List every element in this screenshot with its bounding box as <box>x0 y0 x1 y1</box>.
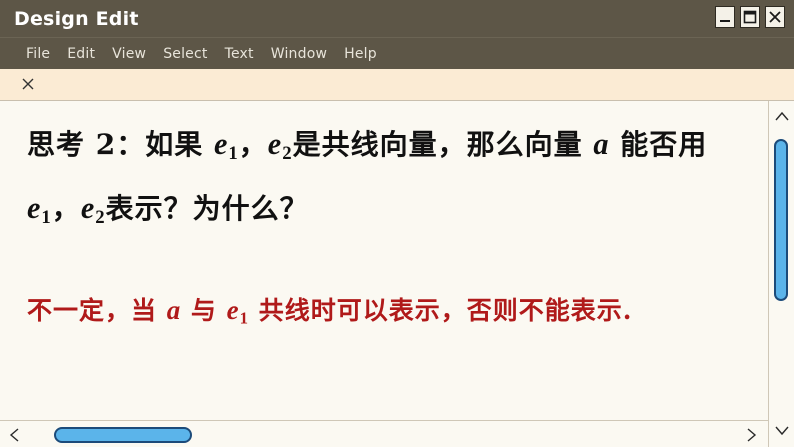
chevron-right-icon <box>747 428 757 442</box>
vertical-scrollbar[interactable] <box>768 101 794 447</box>
close-button[interactable] <box>765 6 785 28</box>
question-line-2: e1，e2表示？为什么？ <box>27 187 309 229</box>
menu-text[interactable]: Text <box>225 46 254 62</box>
answer-line: 不一定，当 a 与 e1 共线时可以表示，否则不能表示. <box>27 291 632 329</box>
maximize-icon <box>743 10 757 24</box>
question-label: 思考 2： <box>27 128 146 161</box>
question-text: 表示？为什么？ <box>105 192 309 225</box>
vector-e1: e1 <box>226 295 249 328</box>
scroll-right-button[interactable] <box>742 425 762 445</box>
minimize-icon <box>720 20 730 22</box>
chevron-up-icon <box>775 111 789 121</box>
question-text: 如果 <box>145 128 214 161</box>
vector-e1: e1 <box>27 191 52 229</box>
window-title: Design Edit <box>14 7 139 30</box>
menu-bar: File Edit View Select Text Window Help <box>0 37 794 69</box>
menu-edit[interactable]: Edit <box>67 46 95 62</box>
menu-view[interactable]: View <box>112 46 146 62</box>
scroll-up-button[interactable] <box>772 106 792 126</box>
comma: ， <box>238 128 268 161</box>
chevron-down-icon <box>775 426 789 436</box>
close-icon <box>769 11 781 23</box>
answer-text: 与 <box>181 296 227 325</box>
vector-e1: e1 <box>213 127 239 165</box>
comma: ， <box>51 192 81 225</box>
vector-a: a <box>166 295 182 325</box>
scroll-down-button[interactable] <box>772 421 792 441</box>
menu-select[interactable]: Select <box>163 46 207 62</box>
menu-window[interactable]: Window <box>271 46 327 62</box>
question-text: 能否用 <box>609 128 708 161</box>
minimize-button[interactable] <box>715 6 735 28</box>
scroll-left-button[interactable] <box>4 425 24 445</box>
vertical-scroll-thumb[interactable] <box>774 139 788 301</box>
window-controls <box>715 6 785 28</box>
tab-close-button[interactable] <box>19 75 37 93</box>
question-text: 是共线向量，那么向量 <box>292 128 594 161</box>
close-icon <box>22 78 34 90</box>
answer-text: 不一定，当 <box>27 296 167 325</box>
title-bar: Design Edit <box>0 0 794 37</box>
horizontal-scroll-thumb[interactable] <box>54 427 192 443</box>
question-line-1: 思考 2：如果 e1，e2是共线向量，那么向量 a 能否用 <box>27 123 707 165</box>
answer-text: 共线时可以表示，否则不能表示. <box>249 296 633 325</box>
chevron-left-icon <box>9 428 19 442</box>
maximize-button[interactable] <box>740 6 760 28</box>
vector-e2: e2 <box>80 191 106 229</box>
menu-help[interactable]: Help <box>344 46 377 62</box>
vector-e2: e2 <box>267 127 293 165</box>
tab-strip <box>0 69 794 101</box>
menu-file[interactable]: File <box>26 46 50 62</box>
document-canvas[interactable]: 思考 2：如果 e1，e2是共线向量，那么向量 a 能否用 e1，e2表示？为什… <box>0 101 768 420</box>
horizontal-scrollbar[interactable] <box>0 420 768 447</box>
vector-a: a <box>593 127 610 161</box>
